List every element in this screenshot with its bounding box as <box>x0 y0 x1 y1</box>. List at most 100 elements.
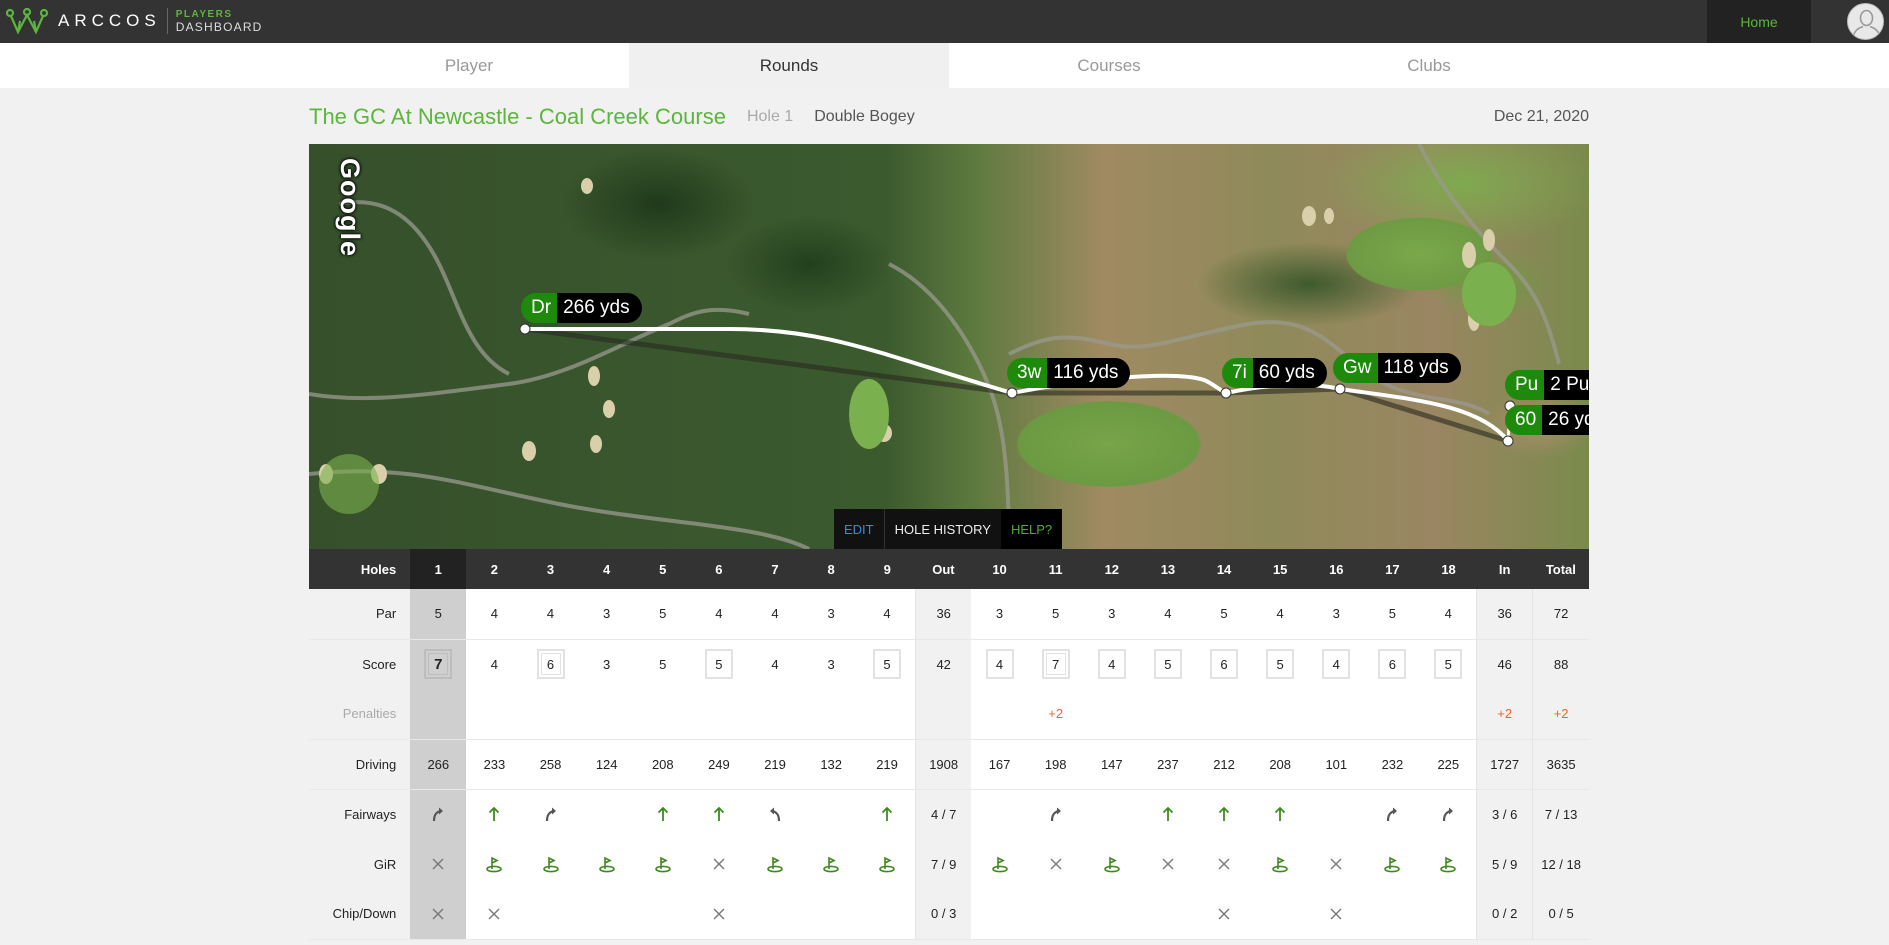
miss-x-icon <box>713 908 725 920</box>
edit-button[interactable]: EDIT <box>834 509 885 549</box>
score-cell <box>634 689 691 740</box>
fairway-miss-left-icon <box>770 807 781 822</box>
score-cell <box>746 689 804 740</box>
hole-header[interactable]: 10 <box>971 549 1028 589</box>
score-cell: 4 <box>746 589 804 640</box>
shot-label-3w[interactable]: 3w 116 yds <box>1007 358 1131 388</box>
score-cell <box>1195 889 1253 940</box>
hole-header[interactable]: 16 <box>1308 549 1365 589</box>
score-cell <box>410 839 467 889</box>
score-cell: 3 <box>1308 589 1365 640</box>
shot-distance: 266 yds <box>557 293 642 323</box>
score-cell: 4 <box>466 639 523 689</box>
hole-header[interactable]: 12 <box>1083 549 1140 589</box>
hole-header[interactable]: 5 <box>634 549 691 589</box>
score-cell <box>746 839 804 889</box>
hole-header[interactable]: 15 <box>1252 549 1309 589</box>
hole-header[interactable]: 7 <box>746 549 804 589</box>
cart-path <box>888 262 1011 549</box>
tab-player[interactable]: Player <box>309 43 629 88</box>
fairway-hit-arrow-icon <box>657 806 668 822</box>
hole-header[interactable]: 8 <box>803 549 860 589</box>
tab-rounds[interactable]: Rounds <box>629 43 949 88</box>
score-cell <box>1308 689 1365 740</box>
google-attribution: Google <box>335 158 365 257</box>
score-cell <box>1083 789 1140 839</box>
bogey-box: 4 <box>1097 649 1126 680</box>
hole-history-button[interactable]: HOLE HISTORY <box>885 509 1001 549</box>
score-cell <box>1083 689 1140 740</box>
score-cell: 4 <box>1252 589 1309 640</box>
shot-point[interactable] <box>1334 383 1346 395</box>
arccos-logo[interactable]: ARCCOS PLAYERS DASHBOARD <box>6 6 263 36</box>
help-button[interactable]: HELP? <box>1000 509 1063 549</box>
shot-club: Pu <box>1505 370 1545 400</box>
home-button[interactable]: Home <box>1707 0 1811 43</box>
score-cell <box>1252 889 1309 940</box>
fairway-miss-right-icon <box>545 807 556 822</box>
shot-distance: 116 yds <box>1047 358 1131 388</box>
score-cell <box>859 839 916 889</box>
shot-label-7i[interactable]: 7i 60 yds <box>1222 358 1327 388</box>
hole-header[interactable]: 2 <box>466 549 523 589</box>
green <box>319 454 379 514</box>
shot-point[interactable] <box>1006 387 1018 399</box>
course-title[interactable]: The GC At Newcastle - Coal Creek Course <box>309 104 726 130</box>
hole-header[interactable]: 4 <box>578 549 635 589</box>
logo-sub-line2: DASHBOARD <box>175 20 263 34</box>
hole-header[interactable]: 13 <box>1139 549 1196 589</box>
shot-distance: 2 Putts <box>1544 370 1589 400</box>
hole-header[interactable]: 14 <box>1195 549 1253 589</box>
logo-subtitle: PLAYERS DASHBOARD <box>176 9 263 33</box>
green-flag-icon <box>1440 856 1457 873</box>
shot-label-gw[interactable]: Gw 118 yds <box>1333 353 1461 383</box>
summary-header: In <box>1476 549 1533 589</box>
shot-point[interactable] <box>1502 435 1514 447</box>
score-cell <box>410 689 467 740</box>
miss-x-icon <box>1162 858 1174 870</box>
shot-point[interactable] <box>519 323 531 335</box>
score-cell <box>1139 789 1196 839</box>
user-avatar[interactable] <box>1847 3 1884 40</box>
hole-header[interactable]: 11 <box>1027 549 1084 589</box>
miss-x-icon <box>1330 858 1342 870</box>
tab-clubs[interactable]: Clubs <box>1269 43 1589 88</box>
hole-header[interactable]: 3 <box>522 549 579 589</box>
score-cell <box>1083 839 1140 889</box>
double-bogey-box: 7 <box>1041 649 1070 680</box>
score-cell: 5 <box>1364 589 1421 640</box>
score-cell <box>1420 889 1477 940</box>
score-cell <box>1420 689 1477 740</box>
score-cell <box>746 889 804 940</box>
shot-label-drive[interactable]: Dr 266 yds <box>521 293 642 323</box>
score-cell: 132 <box>803 739 860 790</box>
user-silhouette-icon <box>1852 9 1881 39</box>
score-cell <box>803 839 860 889</box>
score-cell <box>1420 789 1477 839</box>
hole-result: Double Bogey <box>814 108 915 125</box>
bogey-box: 5 <box>704 649 733 680</box>
score-cell <box>1139 689 1196 740</box>
shot-club: Dr <box>521 293 558 323</box>
logo-divider <box>166 8 168 34</box>
round-date: Dec 21, 2020 <box>1493 108 1589 125</box>
bogey-box: 6 <box>1210 649 1239 680</box>
shot-label-60[interactable]: 60 26 yds <box>1505 405 1589 435</box>
score-cell: 7 <box>1027 639 1084 689</box>
shot-point[interactable] <box>1220 387 1232 399</box>
score-cell: 5 <box>1252 639 1309 689</box>
double-bogey-box: 7 <box>424 649 453 680</box>
hole-map[interactable]: Google Dr 266 yds 3w 116 yds 7i 60 yds G… <box>309 144 1589 549</box>
shot-label-putt[interactable]: Pu 2 Putts <box>1505 370 1589 400</box>
hole-header[interactable]: 9 <box>859 549 916 589</box>
tab-courses[interactable]: Courses <box>949 43 1269 88</box>
score-cell: 7 <box>410 639 467 689</box>
bunker <box>590 435 602 453</box>
hole-header[interactable]: 17 <box>1364 549 1421 589</box>
score-cell: 3 <box>803 639 860 689</box>
hole-header[interactable]: 1 <box>410 549 467 589</box>
hole-header[interactable]: 18 <box>1420 549 1477 589</box>
hole-header[interactable]: 6 <box>690 549 747 589</box>
score-cell <box>803 889 860 940</box>
crown-logo-icon <box>6 7 48 35</box>
